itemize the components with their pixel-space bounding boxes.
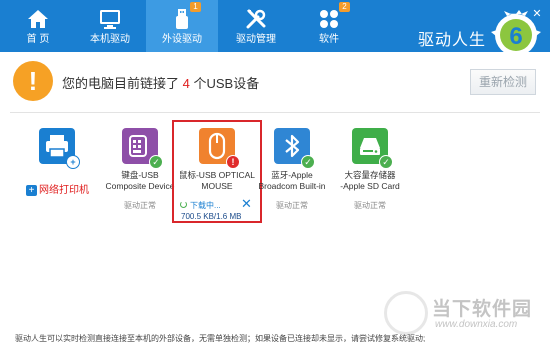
nav-local-drivers-label: 本机驱动 (90, 34, 130, 45)
usb-summary-text: 您的电脑目前链接了 4 个USB设备 (62, 73, 259, 92)
plus-icon: + (26, 185, 37, 196)
top-nav-bar: 首 页 本机驱动 1 外设驱动 驱动管理 2 软件 — ✕ 驱动人生 (0, 0, 550, 52)
tools-icon (246, 9, 266, 29)
nav-software[interactable]: 2 软件 (293, 0, 365, 52)
ok-check-icon: ✓ (379, 155, 393, 169)
device-name-line2: -Apple SD Card (340, 181, 400, 191)
nav-home-label: 首 页 (26, 34, 50, 45)
nav-local-drivers[interactable]: 本机驱动 (74, 0, 146, 52)
nav-peripheral-badge: 1 (190, 2, 201, 12)
device-network-printer[interactable]: + (9, 128, 105, 169)
device-status: 驱动正常 (354, 201, 386, 210)
brand-logo-icon: 6 (491, 10, 541, 56)
monitor-icon (100, 10, 120, 29)
network-printer-text: 网络打印机 (39, 185, 89, 196)
ok-check-icon: ✓ (301, 155, 315, 169)
divider (10, 112, 540, 113)
nav-peripheral-drivers[interactable]: 1 外设驱动 (146, 0, 218, 52)
nav-software-label: 软件 (319, 34, 339, 45)
usb-summary-prefix: 您的电脑目前链接了 (62, 76, 180, 91)
brand-name: 驱动人生 (418, 32, 487, 49)
nav-peripheral-drivers-label: 外设驱动 (162, 34, 202, 45)
watermark-url: www.downxia.com (435, 319, 518, 330)
device-name-line1: 大容量存储器 (344, 170, 396, 180)
storage-icon: ✓ (352, 128, 393, 169)
add-badge-icon: + (66, 155, 80, 169)
nav-driver-management[interactable]: 驱动管理 (220, 0, 292, 52)
watermark-logo-icon (384, 291, 428, 335)
nav-home[interactable]: 首 页 (2, 0, 74, 52)
download-status: 下载中... (190, 201, 221, 210)
nav-driver-management-label: 驱动管理 (236, 34, 276, 45)
warning-icon: ! (13, 61, 53, 101)
watermark-name: 当下软件园 (432, 299, 533, 320)
apps-icon (320, 10, 338, 28)
loading-spinner-icon (180, 201, 187, 208)
bluetooth-icon: ✓ (274, 128, 315, 169)
home-icon (28, 10, 48, 28)
download-size: 700.5 KB/1.6 MB (181, 212, 242, 221)
brand-logo-digit: 6 (509, 23, 522, 50)
device-storage[interactable]: ✓ 大容量存储器 -Apple SD Card 驱动正常 (322, 128, 418, 211)
footer-hint: 驱动人生可以实时检测直接连接至本机的外部设备，无需单独检测；如果设备已连接却未显… (15, 334, 426, 343)
printer-icon: + (39, 128, 80, 169)
usb-summary-row: ! 您的电脑目前链接了 4 个USB设备 重新检测 (0, 56, 550, 108)
network-printer-label[interactable]: + 网络打印机 (26, 181, 89, 196)
nav-software-badge: 2 (339, 2, 350, 12)
keyboard-icon: ✓ (122, 128, 163, 169)
usb-summary-suffix: 个USB设备 (193, 76, 260, 91)
ok-check-icon: ✓ (149, 155, 163, 169)
usb-device-count: 4 (182, 76, 190, 91)
recheck-button[interactable]: 重新检测 (470, 69, 536, 95)
